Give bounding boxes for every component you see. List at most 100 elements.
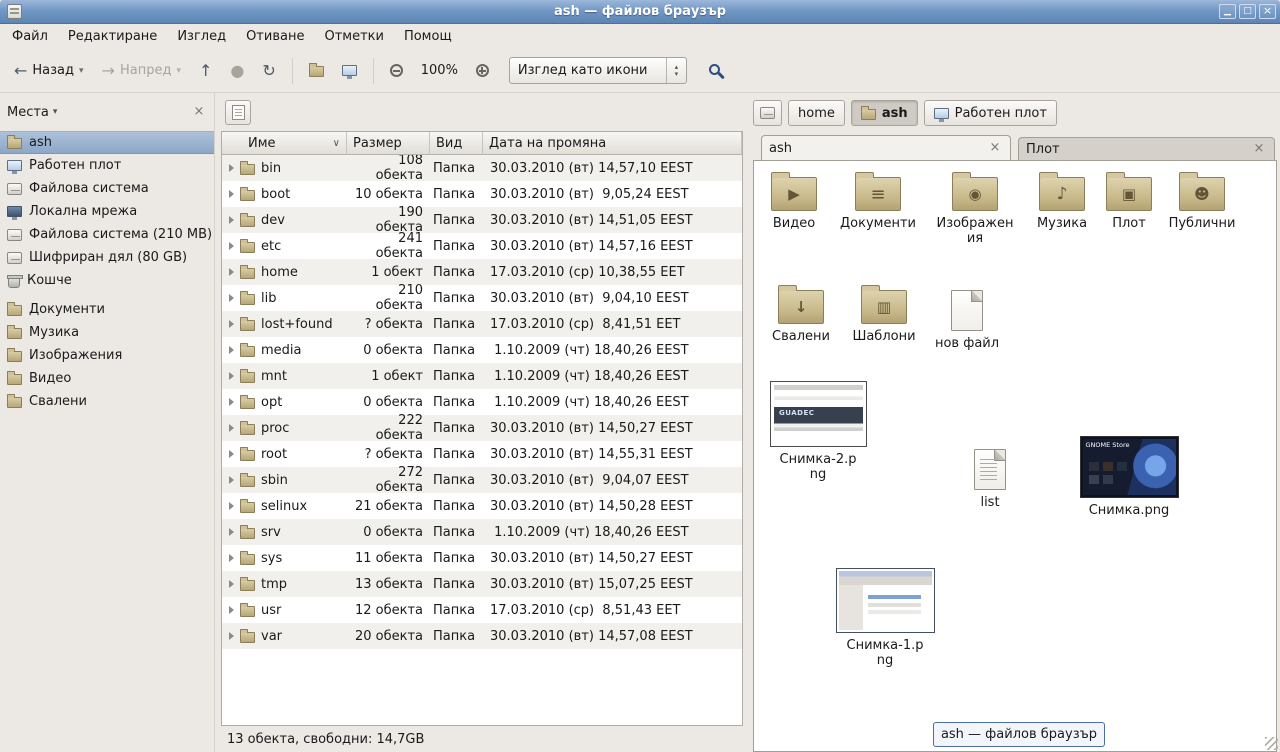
computer-button[interactable]: [334, 59, 365, 82]
stop-button[interactable]: ●: [222, 58, 252, 84]
spinner-icon[interactable]: ▴ ▾: [666, 58, 686, 83]
column-header-size[interactable]: Размер: [347, 132, 430, 155]
table-row[interactable]: sbin 272 обекта Папка 30.03.2010 (вт) 9,…: [222, 467, 742, 493]
expander-icon[interactable]: [229, 528, 234, 536]
table-row[interactable]: root ? обекта Папка 30.03.2010 (вт) 14,5…: [222, 441, 742, 467]
sidebar-bookmark-item[interactable]: Музика: [0, 321, 214, 344]
zoom-in-button[interactable]: [468, 58, 497, 83]
table-row[interactable]: proc 222 обекта Папка 30.03.2010 (вт) 14…: [222, 415, 742, 441]
icon-view-item[interactable]: Видео: [753, 170, 837, 231]
sidebar-bookmark-item[interactable]: Документи: [0, 298, 214, 321]
table-row[interactable]: selinux 21 обекта Папка 30.03.2010 (вт) …: [222, 493, 742, 519]
icon-view-item[interactable]: Снимка-1.png: [842, 568, 928, 668]
sidebar-place-item[interactable]: Файлова система: [0, 177, 214, 200]
icon-view[interactable]: Видео Документи Изображения: [753, 160, 1277, 752]
table-row[interactable]: boot 10 обекта Папка 30.03.2010 (вт) 9,0…: [222, 181, 742, 207]
sidebar-bookmark-item[interactable]: Изображения: [0, 344, 214, 367]
view-mode-select[interactable]: Изглед като икони ▴ ▾: [509, 57, 687, 84]
sidebar-dropdown-icon[interactable]: ▾: [53, 107, 58, 117]
menu-item[interactable]: Отметки: [314, 26, 393, 47]
table-row[interactable]: bin 108 обекта Папка 30.03.2010 (вт) 14,…: [222, 155, 742, 181]
expander-icon[interactable]: [229, 242, 234, 250]
table-row[interactable]: usr 12 обекта Папка 17.03.2010 (ср) 8,51…: [222, 597, 742, 623]
icon-view-item[interactable]: Шаблони: [841, 283, 927, 344]
table-row[interactable]: etc 241 обекта Папка 30.03.2010 (вт) 14,…: [222, 233, 742, 259]
table-row[interactable]: var 20 обекта Папка 30.03.2010 (вт) 14,5…: [222, 623, 742, 649]
expander-icon[interactable]: [229, 190, 234, 198]
expander-icon[interactable]: [229, 424, 234, 432]
expander-icon[interactable]: [229, 398, 234, 406]
icon-view-item[interactable]: Документи: [835, 170, 921, 231]
reload-button[interactable]: ↻: [254, 58, 283, 84]
menu-item[interactable]: Отиване: [236, 26, 314, 47]
back-button[interactable]: ← Назад ▾: [6, 57, 92, 84]
expander-icon[interactable]: [229, 502, 234, 510]
table-row[interactable]: lost+found ? обекта Папка 17.03.2010 (ср…: [222, 311, 742, 337]
expander-icon[interactable]: [229, 268, 234, 276]
sidebar-place-item[interactable]: Файлова система (210 MB): [0, 223, 214, 246]
menu-item[interactable]: Файл: [2, 26, 58, 47]
table-row[interactable]: media 0 обекта Папка 1.10.2009 (чт) 18,4…: [222, 337, 742, 363]
resize-grip-icon[interactable]: [1265, 737, 1278, 750]
menu-item[interactable]: Редактиране: [58, 26, 167, 47]
tab-ash[interactable]: ash ×: [761, 135, 1011, 160]
expander-icon[interactable]: [229, 606, 234, 614]
sidebar-title[interactable]: Места: [7, 105, 49, 120]
expander-icon[interactable]: [229, 450, 234, 458]
pathbar-button[interactable]: home: [788, 100, 845, 126]
icon-view-item[interactable]: Свалени: [758, 283, 844, 344]
table-row[interactable]: mnt 1 обект Папка 1.10.2009 (чт) 18,40,2…: [222, 363, 742, 389]
zoom-out-button[interactable]: [382, 58, 411, 83]
taskbar-hint[interactable]: ash — файлов браузър: [933, 722, 1105, 747]
table-row[interactable]: tmp 13 обекта Папка 30.03.2010 (вт) 15,0…: [222, 571, 742, 597]
expander-icon[interactable]: [229, 346, 234, 354]
table-row[interactable]: lib 210 обекта Папка 30.03.2010 (вт) 9,0…: [222, 285, 742, 311]
maximize-icon[interactable]: □: [1239, 4, 1256, 19]
tab-plot[interactable]: Плот ×: [1018, 137, 1275, 160]
sidebar-place-item[interactable]: ash: [0, 131, 214, 154]
expander-icon[interactable]: [229, 554, 234, 562]
titlebar[interactable]: ash — файлов браузър ▁ □ ×: [0, 0, 1280, 24]
icon-view-item[interactable]: Публични: [1159, 170, 1245, 231]
expander-icon[interactable]: [229, 372, 234, 380]
expander-icon[interactable]: [229, 294, 234, 302]
sidebar-place-item[interactable]: Локална мрежа: [0, 200, 214, 223]
column-header-type[interactable]: Вид: [430, 132, 483, 155]
search-button[interactable]: [701, 56, 733, 86]
icon-view-item[interactable]: list: [947, 446, 1033, 510]
table-row[interactable]: dev 190 обекта Папка 30.03.2010 (вт) 14,…: [222, 207, 742, 233]
pathbar-root-button[interactable]: [753, 100, 782, 126]
home-button[interactable]: [301, 58, 332, 83]
sidebar-place-item[interactable]: Работен плот: [0, 154, 214, 177]
table-row[interactable]: opt 0 обекта Папка 1.10.2009 (чт) 18,40,…: [222, 389, 742, 415]
table-row[interactable]: sys 11 обекта Папка 30.03.2010 (вт) 14,5…: [222, 545, 742, 571]
sidebar-bookmark-item[interactable]: Свалени: [0, 390, 214, 413]
sidebar-place-item[interactable]: Шифриран дял (80 GB): [0, 246, 214, 269]
expander-icon[interactable]: [229, 580, 234, 588]
icon-view-item[interactable]: GUADEC Снимка-2.png: [775, 381, 861, 482]
pathbar-button[interactable]: ash: [851, 100, 918, 126]
forward-button[interactable]: → Напред ▾: [94, 57, 189, 84]
expander-icon[interactable]: [229, 164, 234, 172]
tab-close-icon[interactable]: ×: [1251, 141, 1267, 157]
expander-icon[interactable]: [229, 632, 234, 640]
sidebar-close-icon[interactable]: ×: [191, 104, 207, 120]
up-button[interactable]: ↑: [191, 58, 220, 84]
menu-item[interactable]: Изглед: [167, 26, 236, 47]
expander-icon[interactable]: [229, 320, 234, 328]
close-icon[interactable]: ×: [1259, 4, 1276, 19]
back-dropdown-icon[interactable]: ▾: [79, 66, 84, 76]
column-header-name[interactable]: Име ∨: [222, 132, 347, 155]
sidebar-bookmark-item[interactable]: Видео: [0, 367, 214, 390]
icon-view-item[interactable]: нов файл: [924, 287, 1010, 351]
column-header-modified[interactable]: Дата на промяна: [483, 132, 742, 155]
notes-button[interactable]: [225, 100, 251, 125]
tab-close-icon[interactable]: ×: [987, 140, 1003, 156]
menu-item[interactable]: Помощ: [394, 26, 462, 47]
pathbar-button[interactable]: Работен плот: [924, 100, 1057, 126]
sidebar-place-item[interactable]: Кошче: [0, 269, 214, 292]
expander-icon[interactable]: [229, 476, 234, 484]
icon-view-item[interactable]: Изображения: [932, 170, 1018, 246]
table-row[interactable]: srv 0 обекта Папка 1.10.2009 (чт) 18,40,…: [222, 519, 742, 545]
icon-view-item[interactable]: GNOME Store Снимка.png: [1086, 436, 1172, 518]
